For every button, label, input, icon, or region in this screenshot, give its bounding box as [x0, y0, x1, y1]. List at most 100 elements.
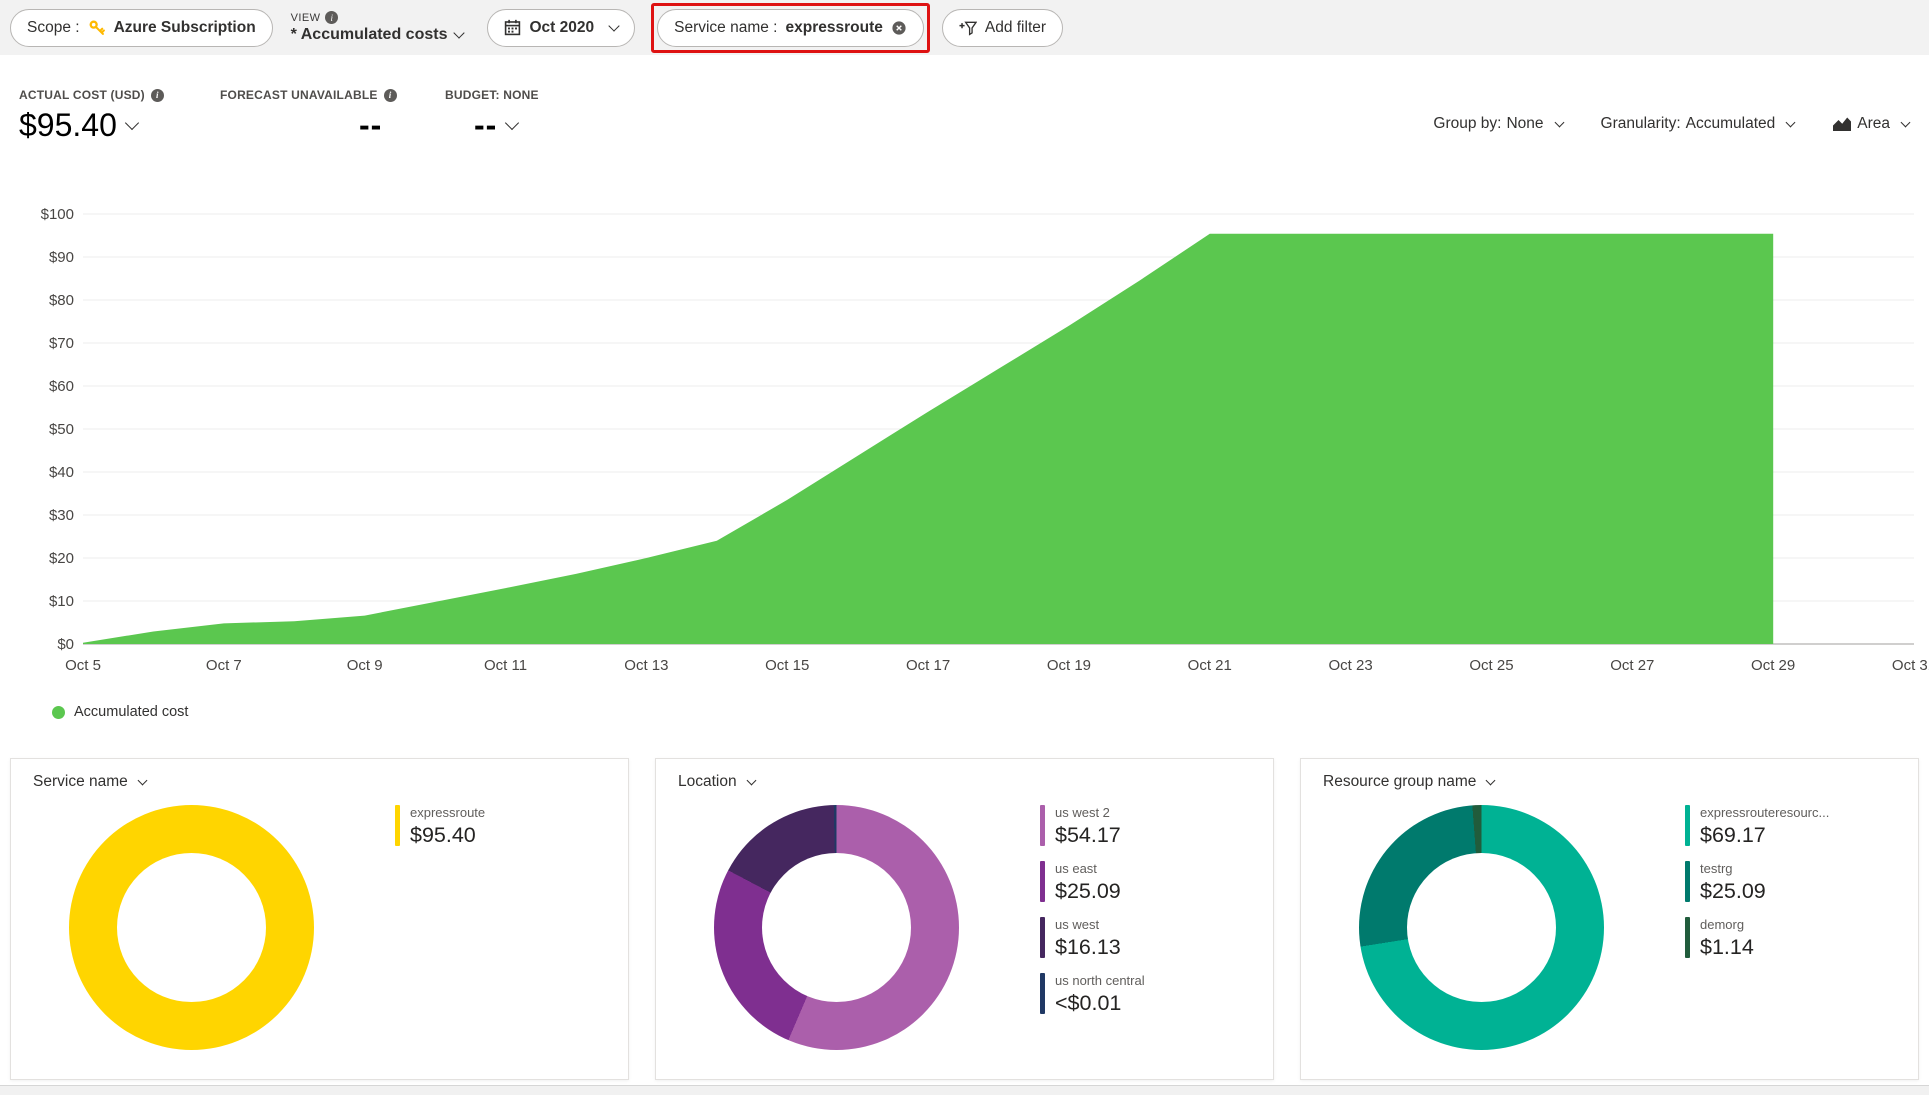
view-selector[interactable]: VIEW i * Accumulated costs: [291, 11, 464, 44]
donut-legend: expressrouteresourc... $69.17 testrg $25…: [1685, 805, 1829, 960]
y-tick-label: $100: [41, 206, 74, 223]
card-title-label: Location: [678, 773, 737, 791]
x-tick-label: Oct 27: [1610, 657, 1654, 674]
legend-value: $54.17: [1055, 823, 1121, 848]
service-name-donut-chart[interactable]: [69, 805, 314, 1050]
x-tick-label: Oct 29: [1751, 657, 1795, 674]
chevron-down-icon: [137, 775, 147, 785]
x-tick-label: Oct 31: [1892, 657, 1929, 674]
y-tick-label: $70: [49, 335, 74, 352]
legend-color-bar: [1685, 861, 1690, 902]
legend-label: expressroute: [410, 805, 485, 820]
location-donut-chart[interactable]: [714, 805, 959, 1050]
granularity-control[interactable]: Granularity: Accumulated: [1595, 114, 1801, 134]
x-tick-label: Oct 19: [1047, 657, 1091, 674]
chart-type-control[interactable]: Area: [1826, 114, 1915, 134]
legend-color-bar: [1040, 861, 1045, 902]
chevron-down-icon: [746, 775, 756, 785]
donut-legend-item[interactable]: testrg $25.09: [1685, 861, 1829, 904]
service-name-filter-pill[interactable]: Service name : expressroute: [657, 9, 924, 47]
area-chart-icon: [1832, 116, 1852, 132]
legend-label: expressrouteresourc...: [1700, 805, 1829, 820]
breakdown-cards: Service name expressroute $95.40 Locatio…: [10, 758, 1919, 1080]
donut-legend-item[interactable]: demorg $1.14: [1685, 917, 1829, 960]
y-tick-label: $10: [49, 593, 74, 610]
location-card-title[interactable]: Location: [678, 773, 755, 791]
resource-group-donut-chart[interactable]: [1359, 805, 1604, 1050]
legend-value: $69.17: [1700, 823, 1829, 848]
chart-legend[interactable]: Accumulated cost: [52, 704, 188, 720]
y-tick-label: $40: [49, 464, 74, 481]
actual-cost-value: $95.40: [19, 107, 117, 144]
legend-color-bar: [1685, 917, 1690, 958]
group-by-control[interactable]: Group by: None: [1427, 114, 1568, 134]
donut-legend-item[interactable]: us west 2 $54.17: [1040, 805, 1145, 848]
donut-legend: expressroute $95.40: [395, 805, 485, 848]
legend-value: $95.40: [410, 823, 485, 848]
resource-group-card: Resource group name expressrouteresourc.…: [1300, 758, 1919, 1080]
dismiss-filter-icon[interactable]: [891, 20, 907, 36]
area-series[interactable]: [83, 234, 1773, 644]
granularity-value: Accumulated: [1686, 115, 1776, 133]
legend-value: $16.13: [1055, 935, 1121, 960]
filter-highlight-box: Service name : expressroute: [651, 3, 930, 53]
location-card: Location us west 2 $54.17 us east $25.09…: [655, 758, 1274, 1080]
chart-controls: Group by: None Granularity: Accumulated …: [1427, 114, 1915, 134]
donut-legend-item[interactable]: us west $16.13: [1040, 917, 1145, 960]
page-bottom-strip: [0, 1085, 1929, 1095]
info-icon: i: [384, 89, 397, 102]
x-tick-label: Oct 21: [1188, 657, 1232, 674]
legend-label: us north central: [1055, 973, 1145, 988]
budget-label: BUDGET: NONE: [445, 88, 539, 102]
y-tick-label: $50: [49, 421, 74, 438]
legend-label: demorg: [1700, 917, 1754, 932]
forecast-value: --: [359, 107, 382, 144]
x-tick-label: Oct 25: [1469, 657, 1513, 674]
legend-label: us west 2: [1055, 805, 1121, 820]
date-range-picker[interactable]: Oct 2020: [487, 9, 635, 47]
legend-value: $25.09: [1055, 879, 1121, 904]
granularity-label: Granularity:: [1601, 115, 1681, 133]
donut-legend-item[interactable]: us east $25.09: [1040, 861, 1145, 904]
accumulated-cost-area-chart[interactable]: $0$10$20$30$40$50$60$70$80$90$100Oct 5Oc…: [0, 180, 1929, 740]
y-tick-label: $0: [57, 636, 74, 653]
donut-legend-item[interactable]: us north central <$0.01: [1040, 973, 1145, 1016]
info-icon: i: [325, 11, 338, 24]
donut-legend-item[interactable]: expressroute $95.40: [395, 805, 485, 848]
scope-label: Scope :: [27, 19, 80, 37]
chevron-down-icon: [1901, 117, 1911, 127]
legend-color-bar: [1040, 805, 1045, 846]
x-tick-label: Oct 23: [1329, 657, 1373, 674]
forecast-kpi: FORECAST UNAVAILABLE i --: [220, 88, 397, 144]
legend-color-bar: [1685, 805, 1690, 846]
legend-value: $1.14: [1700, 935, 1754, 960]
card-title-label: Resource group name: [1323, 773, 1476, 791]
card-title-label: Service name: [33, 773, 128, 791]
calendar-icon: [504, 19, 521, 36]
actual-cost-kpi: ACTUAL COST (USD) i $95.40: [19, 88, 164, 144]
toolbar: Scope : Azure Subscription VIEW i * Accu…: [0, 0, 1929, 55]
chart-type-value: Area: [1857, 115, 1890, 133]
service-name-card-title[interactable]: Service name: [33, 773, 146, 791]
budget-kpi: BUDGET: NONE --: [445, 88, 539, 144]
donut-legend: us west 2 $54.17 us east $25.09 us west …: [1040, 805, 1145, 1016]
budget-value: --: [474, 107, 497, 144]
add-filter-button[interactable]: Add filter: [942, 9, 1063, 47]
resource-group-card-title[interactable]: Resource group name: [1323, 773, 1494, 791]
legend-label: us east: [1055, 861, 1121, 876]
chevron-down-icon: [1554, 117, 1564, 127]
x-tick-label: Oct 11: [484, 657, 527, 674]
budget-value-row[interactable]: --: [474, 107, 539, 144]
actual-cost-value-row[interactable]: $95.40: [19, 107, 164, 144]
y-tick-label: $30: [49, 507, 74, 524]
x-tick-label: Oct 5: [65, 657, 101, 674]
donut-legend-item[interactable]: expressrouteresourc... $69.17: [1685, 805, 1829, 848]
chevron-down-icon: [1486, 775, 1496, 785]
chevron-down-icon: [1786, 117, 1796, 127]
view-label: VIEW: [291, 12, 321, 24]
key-icon: [88, 19, 106, 37]
scope-value: Azure Subscription: [114, 19, 256, 37]
legend-value: <$0.01: [1055, 991, 1145, 1016]
group-by-label: Group by:: [1433, 115, 1501, 133]
scope-picker-button[interactable]: Scope : Azure Subscription: [10, 9, 273, 47]
